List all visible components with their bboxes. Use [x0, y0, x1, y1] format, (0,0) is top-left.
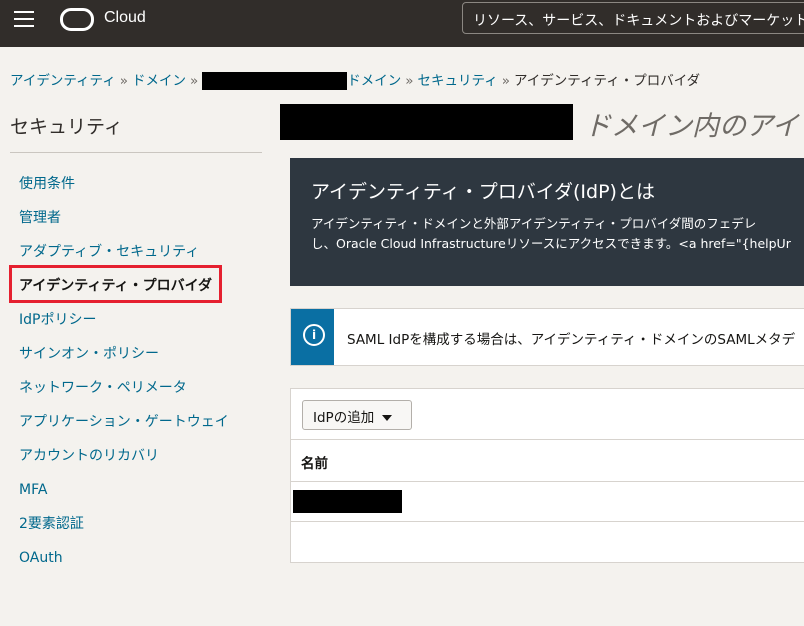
table-row[interactable] — [293, 490, 402, 513]
info-icon: i — [303, 324, 325, 346]
info-panel: アイデンティティ・プロバイダ(IdP)とは アイデンティティ・ドメインと外部アイ… — [290, 158, 804, 286]
page-title: ドメイン内のアイ — [584, 111, 799, 142]
sidebar-item-idp-policies[interactable]: IdPポリシー — [19, 310, 229, 344]
top-bar: Cloud リソース、サービス、ドキュメントおよびマーケットプレイスの検索 — [0, 0, 804, 47]
sidebar-item-mfa[interactable]: MFA — [19, 480, 229, 514]
redacted-title — [280, 104, 573, 140]
info-line-2: し、Oracle Cloud Infrastructureリソースにアクセスでき… — [311, 236, 791, 251]
active-item-highlight — [9, 265, 222, 303]
breadcrumb-identity[interactable]: アイデンティティ — [10, 73, 116, 89]
breadcrumb-separator: » — [119, 73, 128, 89]
brand-name[interactable]: Cloud — [104, 9, 146, 27]
sidebar-item-oauth[interactable]: OAuth — [19, 548, 229, 582]
table-divider — [291, 439, 804, 440]
table-divider — [291, 481, 804, 482]
info-line-1: アイデンティティ・ドメインと外部アイデンティティ・プロバイダ間のフェデレ — [311, 216, 757, 231]
breadcrumb-current: アイデンティティ・プロバイダ — [513, 73, 701, 89]
table-divider — [291, 521, 804, 522]
sidebar-divider — [10, 152, 262, 153]
sidebar-item-sign-on-policies[interactable]: サインオン・ポリシー — [19, 344, 229, 378]
chevron-down-icon — [382, 415, 393, 421]
sidebar-item-account-recovery[interactable]: アカウントのリカバリ — [19, 446, 229, 480]
notice-message: SAML IdPを構成する場合は、アイデンティティ・ドメインのSAMLメタデ — [347, 332, 796, 348]
breadcrumb-domain[interactable]: ドメイン — [347, 73, 401, 89]
breadcrumb-separator: » — [189, 73, 199, 89]
sidebar-item-network-perimeters[interactable]: ネットワーク・ペリメータ — [19, 378, 229, 412]
sidebar-nav: 使用条件 管理者 アダプティブ・セキュリティ アイデンティティ・プロバイダ Id… — [19, 174, 229, 582]
breadcrumb: アイデンティティ» ドメイン» ドメイン» セキュリティ» アイデンティティ・プロバイダ — [10, 69, 700, 90]
add-idp-button[interactable]: IdPの追加 — [302, 400, 412, 430]
column-header-name[interactable]: 名前 — [301, 452, 328, 472]
hamburger-menu-icon[interactable] — [14, 11, 34, 27]
breadcrumb-separator: » — [405, 73, 414, 89]
sidebar-item-two-factor-auth[interactable]: 2要素認証 — [19, 514, 229, 548]
notice-accent-strip: i — [291, 309, 334, 365]
sidebar-item-app-gateways[interactable]: アプリケーション・ゲートウェイ — [19, 412, 229, 446]
notice-banner: i SAML IdPを構成する場合は、アイデンティティ・ドメインのSAMLメタデ — [290, 308, 804, 366]
info-panel-heading: アイデンティティ・プロバイダ(IdP)とは — [311, 181, 655, 203]
breadcrumb-separator: » — [501, 73, 510, 89]
add-idp-label: IdPの追加 — [313, 410, 375, 426]
sidebar-title: セキュリティ — [10, 116, 123, 138]
info-panel-description: アイデンティティ・ドメインと外部アイデンティティ・プロバイダ間のフェデレし、Or… — [311, 214, 804, 254]
redacted-domain-name — [202, 72, 348, 90]
oracle-logo-icon[interactable] — [60, 8, 94, 31]
idp-table: IdPの追加 名前 — [290, 388, 804, 563]
sidebar-item-administrators[interactable]: 管理者 — [19, 208, 229, 242]
search-input[interactable]: リソース、サービス、ドキュメントおよびマーケットプレイスの検索 — [462, 2, 804, 34]
breadcrumb-security[interactable]: セキュリティ — [418, 73, 498, 89]
sidebar-item-terms-of-use[interactable]: 使用条件 — [19, 174, 229, 208]
breadcrumb-domains[interactable]: ドメイン — [132, 73, 186, 89]
